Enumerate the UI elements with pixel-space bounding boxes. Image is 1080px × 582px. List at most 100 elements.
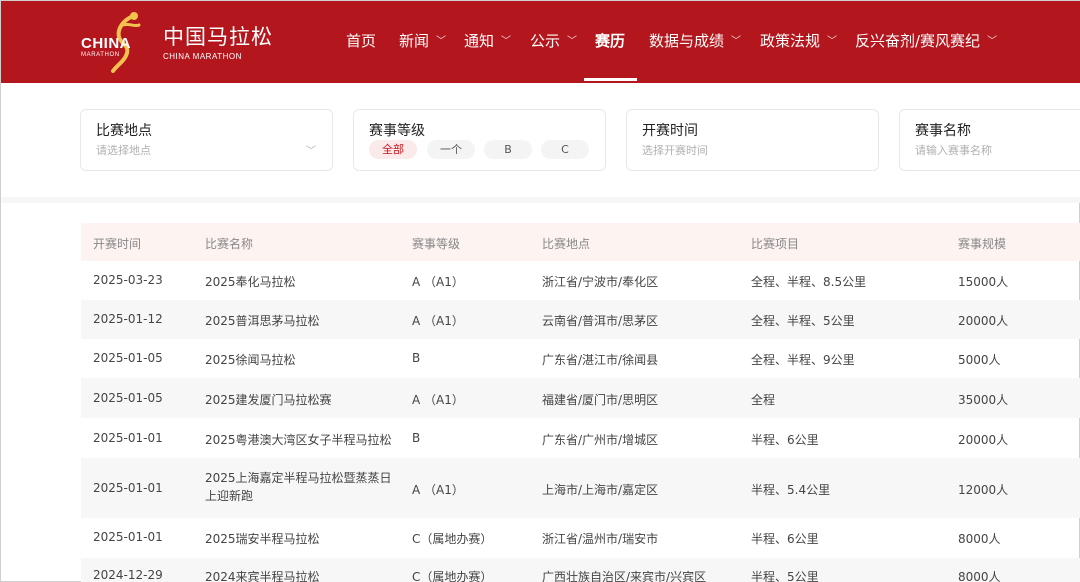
grade-filter: 赛事等级 全部 一个 B C (353, 109, 606, 171)
nav-item-notices[interactable]: 通知 ﹀ (464, 30, 511, 51)
name-filter[interactable]: 赛事名称 请输入赛事名称 (899, 109, 1080, 171)
cell-date: 2025-01-05 (93, 391, 163, 405)
cell-grade: B (412, 431, 421, 445)
chevron-down-icon: ﹀ (827, 36, 838, 47)
cell-name[interactable]: 2025徐闻马拉松 (205, 351, 296, 368)
cell-grade: A （A1） (412, 314, 464, 328)
table-row[interactable]: 2025-01-05 2025建发厦门马拉松赛 A （A1） 福建省/厦门市/思… (81, 378, 1080, 418)
col-header-grade: 赛事等级 (412, 237, 461, 251)
table-row[interactable]: 2025-01-01 2025粤港澳大湾区女子半程马拉松 B 广东省/广州市/增… (81, 418, 1080, 458)
cell-scale: 20000人 (958, 433, 1009, 447)
cell-location: 浙江省/温州市/瑞安市 (542, 532, 659, 546)
site-title-en: CHINA MARATHON (163, 52, 242, 61)
nav-label: 政策法规 (760, 32, 821, 50)
nav-label: 数据与成绩 (649, 32, 725, 50)
cell-events: 全程、半程、9公里 (751, 353, 855, 367)
cell-date: 2025-01-05 (93, 351, 163, 365)
nav-label: 反兴奋剂/赛风赛纪 (855, 32, 981, 50)
chevron-down-icon[interactable]: ﹀ (306, 142, 316, 157)
cell-scale: 15000人 (958, 275, 1009, 289)
cell-location: 上海市/上海市/嘉定区 (542, 483, 659, 497)
table-row[interactable]: 2025-01-01 2025瑞安半程马拉松 C（属地办赛） 浙江省/温州市/瑞… (81, 518, 1080, 558)
name-search-input[interactable]: 请输入赛事名称 (915, 142, 992, 158)
table-row[interactable]: 2024-12-29 2024来宾半程马拉松 C（属地办赛） 广西壮族自治区/来… (81, 558, 1080, 582)
nav-label: 通知 (464, 32, 495, 50)
nav-item-data-results[interactable]: 数据与成绩 ﹀ (649, 30, 741, 51)
cell-grade: C（属地办赛） (412, 532, 493, 546)
nav-label: 赛历 (595, 32, 626, 50)
time-filter-label: 开赛时间 (642, 123, 698, 139)
cell-name[interactable]: 2025瑞安半程马拉松 (205, 530, 320, 547)
table-row[interactable]: 2025-01-12 2025普洱思茅马拉松 A （A1） 云南省/普洱市/思茅… (81, 300, 1080, 339)
cell-scale: 5000人 (958, 353, 1001, 367)
grade-chip-c[interactable]: C (541, 140, 589, 159)
cell-name[interactable]: 2025粤港澳大湾区女子半程马拉松 (205, 431, 392, 448)
cell-name[interactable]: 2024来宾半程马拉松 (205, 568, 320, 582)
cell-scale: 20000人 (958, 314, 1009, 328)
col-header-date: 开赛时间 (93, 237, 142, 251)
col-header-scale: 赛事规模 (958, 237, 1007, 251)
nav-item-announcements[interactable]: 公示 ﹀ (530, 30, 577, 51)
cell-events: 半程、6公里 (751, 532, 819, 546)
cell-grade: B (412, 351, 421, 365)
cell-date: 2025-01-12 (93, 312, 163, 326)
cell-scale: 8000人 (958, 532, 1001, 546)
grade-chip-all[interactable]: 全部 (369, 140, 417, 159)
cell-grade: A （A1） (412, 393, 464, 407)
col-header-name: 比赛名称 (205, 237, 254, 251)
table-row[interactable]: 2025-03-23 2025奉化马拉松 A （A1） 浙江省/宁波市/奉化区 … (81, 261, 1080, 300)
nav-item-calendar[interactable]: 赛历 (595, 30, 625, 51)
cell-date: 2025-01-01 (93, 481, 163, 495)
cell-grade: A （A1） (412, 275, 464, 289)
date-picker[interactable]: 选择开赛时间 (642, 142, 708, 158)
cell-events: 全程 (751, 393, 776, 407)
cell-location: 福建省/厦门市/思明区 (542, 393, 659, 407)
col-header-events: 比赛项目 (751, 237, 800, 251)
cell-date: 2024-12-29 (93, 568, 163, 582)
chevron-down-icon: ﹀ (501, 36, 512, 47)
grade-chip-b[interactable]: B (484, 140, 532, 159)
cell-name[interactable]: 2025奉化马拉松 (205, 273, 296, 290)
table-row[interactable]: 2025-01-05 2025徐闻马拉松 B 广东省/湛江市/徐闻县 全程、半程… (81, 339, 1080, 378)
cell-events: 全程、半程、5公里 (751, 314, 855, 328)
chevron-down-icon: ﹀ (567, 36, 578, 47)
col-header-location: 比赛地点 (542, 237, 591, 251)
location-select[interactable]: 请选择地点 (96, 142, 151, 158)
chevron-down-icon: ﹀ (731, 36, 742, 47)
cell-events: 半程、5.4公里 (751, 483, 831, 497)
cell-location: 广东省/湛江市/徐闻县 (542, 353, 659, 367)
cell-name[interactable]: 2025建发厦门马拉松赛 (205, 391, 332, 408)
nav-item-news[interactable]: 新闻 ﹀ (399, 30, 446, 51)
cell-events: 半程、5公里 (751, 570, 819, 582)
cell-location: 浙江省/宁波市/奉化区 (542, 275, 659, 289)
cell-name[interactable]: 2025上海嘉定半程马拉松暨蒸蒸日上迎新跑 (205, 469, 395, 505)
nav-label: 新闻 (399, 32, 430, 50)
top-header: CHINA MARATHON 中国马拉松 CHINA MARATHON 首页 新… (1, 1, 1080, 83)
cell-name[interactable]: 2025普洱思茅马拉松 (205, 312, 320, 329)
cell-date: 2025-01-01 (93, 530, 163, 544)
grade-filter-label: 赛事等级 (369, 123, 425, 139)
site-logo[interactable]: CHINA MARATHON 中国马拉松 CHINA MARATHON (79, 11, 272, 73)
nav-item-policies[interactable]: 政策法规 ﹀ (760, 30, 837, 51)
chevron-down-icon: ﹀ (436, 36, 447, 47)
nav-label: 首页 (346, 32, 377, 50)
section-divider (1, 197, 1080, 203)
location-filter-label: 比赛地点 (96, 123, 152, 139)
table-header: 开赛时间 比赛名称 赛事等级 比赛地点 比赛项目 赛事规模 (81, 223, 1080, 261)
cell-location: 广西壮族自治区/来宾市/兴宾区 (542, 570, 707, 582)
grade-chip-a[interactable]: 一个 (427, 140, 475, 159)
logo-marathon-text: MARATHON (81, 52, 120, 58)
filter-bar: 比赛地点 请选择地点 ﹀ 赛事等级 全部 一个 B C 开赛时间 选择开赛时间 … (1, 83, 1080, 197)
nav-item-home[interactable]: 首页 (346, 30, 376, 51)
cell-date: 2025-01-01 (93, 431, 163, 445)
site-title-cn: 中国马拉松 (163, 25, 273, 49)
nav-item-anti-doping[interactable]: 反兴奋剂/赛风赛纪 ﹀ (855, 30, 997, 51)
location-filter[interactable]: 比赛地点 请选择地点 ﹀ (80, 109, 333, 171)
time-filter[interactable]: 开赛时间 选择开赛时间 (626, 109, 879, 171)
cell-events: 半程、6公里 (751, 433, 819, 447)
cell-scale: 35000人 (958, 393, 1009, 407)
name-filter-label: 赛事名称 (915, 123, 971, 139)
active-nav-indicator (584, 78, 637, 81)
cell-scale: 8000人 (958, 570, 1001, 582)
table-row[interactable]: 2025-01-01 2025上海嘉定半程马拉松暨蒸蒸日上迎新跑 A （A1） … (81, 458, 1080, 518)
